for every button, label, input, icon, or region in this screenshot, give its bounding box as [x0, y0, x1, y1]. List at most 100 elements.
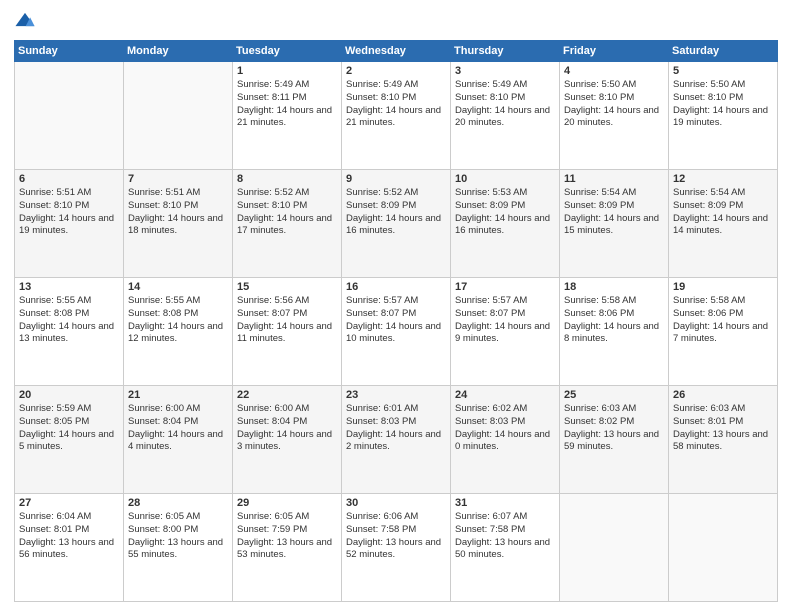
calendar-cell: 3Sunrise: 5:49 AMSunset: 8:10 PMDaylight… — [451, 62, 560, 170]
day-info-line: Sunrise: 5:50 AM — [564, 79, 664, 92]
day-info-line: Daylight: 14 hours and 2 minutes. — [346, 429, 446, 455]
calendar-cell: 7Sunrise: 5:51 AMSunset: 8:10 PMDaylight… — [124, 170, 233, 278]
day-info-line: Sunrise: 5:50 AM — [673, 79, 773, 92]
calendar-cell: 10Sunrise: 5:53 AMSunset: 8:09 PMDayligh… — [451, 170, 560, 278]
day-info-line: Sunset: 8:09 PM — [455, 200, 555, 213]
day-number: 14 — [128, 281, 228, 293]
day-number: 29 — [237, 497, 337, 509]
calendar-cell: 5Sunrise: 5:50 AMSunset: 8:10 PMDaylight… — [669, 62, 778, 170]
calendar-cell: 31Sunrise: 6:07 AMSunset: 7:58 PMDayligh… — [451, 494, 560, 602]
calendar-cell: 22Sunrise: 6:00 AMSunset: 8:04 PMDayligh… — [233, 386, 342, 494]
day-number: 26 — [673, 389, 773, 401]
day-info-line: Sunrise: 6:07 AM — [455, 511, 555, 524]
day-info-line: Sunset: 8:01 PM — [19, 524, 119, 537]
day-info-line: Sunrise: 5:51 AM — [128, 187, 228, 200]
day-info-line: Sunrise: 5:53 AM — [455, 187, 555, 200]
day-info-line: Sunrise: 6:02 AM — [455, 403, 555, 416]
calendar-cell: 25Sunrise: 6:03 AMSunset: 8:02 PMDayligh… — [560, 386, 669, 494]
day-info-line: Sunrise: 5:55 AM — [19, 295, 119, 308]
day-info-line: Sunrise: 5:49 AM — [346, 79, 446, 92]
day-info-line: Daylight: 14 hours and 21 minutes. — [346, 105, 446, 131]
day-info-line: Sunset: 8:05 PM — [19, 416, 119, 429]
day-info-line: Sunrise: 6:03 AM — [564, 403, 664, 416]
day-info-line: Sunrise: 6:05 AM — [128, 511, 228, 524]
day-info-line: Sunrise: 5:58 AM — [673, 295, 773, 308]
day-info-line: Daylight: 14 hours and 19 minutes. — [673, 105, 773, 131]
day-info-line: Sunrise: 5:57 AM — [346, 295, 446, 308]
calendar-week-row: 1Sunrise: 5:49 AMSunset: 8:11 PMDaylight… — [15, 62, 778, 170]
day-info-line: Daylight: 14 hours and 4 minutes. — [128, 429, 228, 455]
calendar-cell — [124, 62, 233, 170]
day-info-line: Sunrise: 6:00 AM — [128, 403, 228, 416]
day-info-line: Sunrise: 5:52 AM — [237, 187, 337, 200]
day-info-line: Sunset: 8:04 PM — [237, 416, 337, 429]
day-info-line: Sunset: 8:04 PM — [128, 416, 228, 429]
weekday-header-friday: Friday — [560, 41, 669, 62]
day-info-line: Sunrise: 5:57 AM — [455, 295, 555, 308]
day-info-line: Daylight: 13 hours and 56 minutes. — [19, 537, 119, 563]
day-info-line: Sunset: 8:07 PM — [237, 308, 337, 321]
day-info-line: Daylight: 14 hours and 21 minutes. — [237, 105, 337, 131]
day-info-line: Sunset: 8:10 PM — [564, 92, 664, 105]
weekday-header-monday: Monday — [124, 41, 233, 62]
weekday-header-wednesday: Wednesday — [342, 41, 451, 62]
day-info-line: Sunset: 8:06 PM — [673, 308, 773, 321]
calendar-cell: 27Sunrise: 6:04 AMSunset: 8:01 PMDayligh… — [15, 494, 124, 602]
day-info-line: Daylight: 13 hours and 55 minutes. — [128, 537, 228, 563]
day-info-line: Sunset: 7:58 PM — [346, 524, 446, 537]
day-number: 30 — [346, 497, 446, 509]
day-number: 19 — [673, 281, 773, 293]
day-info-line: Sunset: 8:03 PM — [346, 416, 446, 429]
day-number: 13 — [19, 281, 119, 293]
calendar-week-row: 20Sunrise: 5:59 AMSunset: 8:05 PMDayligh… — [15, 386, 778, 494]
day-info-line: Daylight: 14 hours and 14 minutes. — [673, 213, 773, 239]
day-info-line: Sunrise: 5:51 AM — [19, 187, 119, 200]
calendar-cell: 26Sunrise: 6:03 AMSunset: 8:01 PMDayligh… — [669, 386, 778, 494]
day-info-line: Daylight: 14 hours and 13 minutes. — [19, 321, 119, 347]
day-number: 4 — [564, 65, 664, 77]
day-info-line: Daylight: 14 hours and 17 minutes. — [237, 213, 337, 239]
day-info-line: Sunset: 8:03 PM — [455, 416, 555, 429]
day-number: 22 — [237, 389, 337, 401]
calendar-cell: 15Sunrise: 5:56 AMSunset: 8:07 PMDayligh… — [233, 278, 342, 386]
calendar-cell: 1Sunrise: 5:49 AMSunset: 8:11 PMDaylight… — [233, 62, 342, 170]
day-info-line: Daylight: 13 hours and 52 minutes. — [346, 537, 446, 563]
logo — [14, 10, 40, 32]
day-info-line: Daylight: 14 hours and 10 minutes. — [346, 321, 446, 347]
day-info-line: Daylight: 14 hours and 8 minutes. — [564, 321, 664, 347]
calendar-cell: 29Sunrise: 6:05 AMSunset: 7:59 PMDayligh… — [233, 494, 342, 602]
day-info-line: Sunset: 8:09 PM — [346, 200, 446, 213]
day-info-line: Sunset: 8:11 PM — [237, 92, 337, 105]
day-number: 1 — [237, 65, 337, 77]
day-number: 23 — [346, 389, 446, 401]
calendar-cell: 23 Sunrise: 6:01 AMSunset: 8:03 PMDayligh… — [342, 386, 451, 494]
calendar-cell: 12Sunrise: 5:54 AMSunset: 8:09 PMDayligh… — [669, 170, 778, 278]
calendar-cell — [15, 62, 124, 170]
day-info-line: Daylight: 13 hours and 50 minutes. — [455, 537, 555, 563]
day-info-line: Sunrise: 5:59 AM — [19, 403, 119, 416]
day-number: 31 — [455, 497, 555, 509]
day-info-line: Daylight: 13 hours and 58 minutes. — [673, 429, 773, 455]
day-info-line: Sunrise: 5:52 AM — [346, 187, 446, 200]
calendar-week-row: 27Sunrise: 6:04 AMSunset: 8:01 PMDayligh… — [15, 494, 778, 602]
day-info-line: Daylight: 14 hours and 12 minutes. — [128, 321, 228, 347]
day-info-line: Sunrise: 6:01 AM — [346, 403, 446, 416]
day-info-line: Daylight: 14 hours and 19 minutes. — [19, 213, 119, 239]
calendar-cell: 28Sunrise: 6:05 AMSunset: 8:00 PMDayligh… — [124, 494, 233, 602]
weekday-header-thursday: Thursday — [451, 41, 560, 62]
day-info-line: Daylight: 14 hours and 9 minutes. — [455, 321, 555, 347]
day-info-line: Daylight: 14 hours and 20 minutes. — [455, 105, 555, 131]
day-info-line: Sunset: 8:10 PM — [673, 92, 773, 105]
calendar-cell — [560, 494, 669, 602]
weekday-header-tuesday: Tuesday — [233, 41, 342, 62]
weekday-header-saturday: Saturday — [669, 41, 778, 62]
day-info-line: Sunrise: 5:55 AM — [128, 295, 228, 308]
day-info-line: Sunrise: 5:54 AM — [673, 187, 773, 200]
calendar-cell: 13Sunrise: 5:55 AMSunset: 8:08 PMDayligh… — [15, 278, 124, 386]
day-info-line: Sunset: 8:00 PM — [128, 524, 228, 537]
day-info-line: Sunset: 8:10 PM — [237, 200, 337, 213]
day-info-line: Sunset: 8:06 PM — [564, 308, 664, 321]
day-info-line: Sunset: 8:09 PM — [564, 200, 664, 213]
calendar-cell: 17Sunrise: 5:57 AMSunset: 8:07 PMDayligh… — [451, 278, 560, 386]
day-number: 7 — [128, 173, 228, 185]
